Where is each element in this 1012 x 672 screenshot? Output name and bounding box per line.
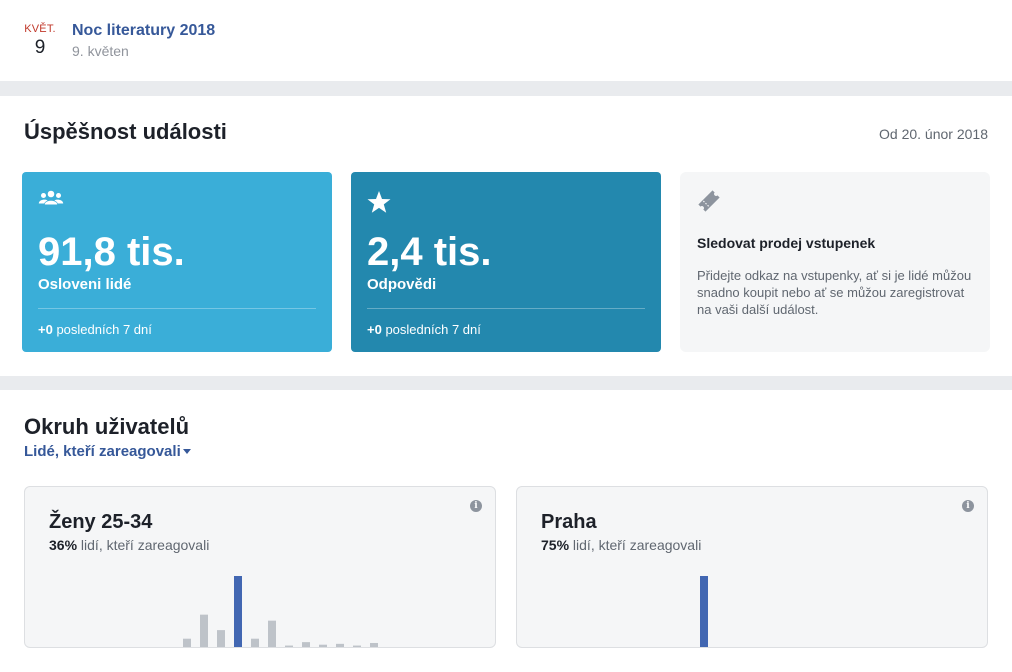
metric-label: Odpovědi xyxy=(367,276,437,293)
highlighted-bar xyxy=(234,576,242,647)
chart-bar xyxy=(302,642,310,647)
event-date-text: 9. květen xyxy=(72,43,129,59)
event-header-card: KVĚT. 9 Noc literatury 2018 9. květen xyxy=(0,0,1012,81)
metric-label: Osloveni lidé xyxy=(38,276,132,293)
ticket-icon xyxy=(696,188,722,219)
audience-filter-dropdown[interactable]: Lidé, kteří zareagovali xyxy=(24,443,191,460)
caret-down-icon xyxy=(182,449,191,454)
demographic-suffix: lidí, kteří zareagovali xyxy=(572,537,702,553)
demographic-subtitle: 75% lidí, kteří zareagovali xyxy=(541,537,701,553)
audience-card: Okruh uživatelů Lidé, kteří zareagovali … xyxy=(0,390,1012,672)
event-date-month: KVĚT. xyxy=(24,23,56,35)
demographic-subtitle: 36% lidí, kteří zareagovali xyxy=(49,537,209,553)
metric-reach-card[interactable]: 91,8 tis. Osloveni lidé +0 posledních 7 … xyxy=(22,172,332,352)
info-icon[interactable]: i xyxy=(470,500,482,512)
demographic-percent: 36% xyxy=(49,537,78,553)
metric-responses-card[interactable]: 2,4 tis. Odpovědi +0 posledních 7 dní xyxy=(351,172,661,352)
metric-footer: +0 posledních 7 dní xyxy=(367,322,481,337)
chart-bar xyxy=(336,643,344,647)
chart-bar xyxy=(268,620,276,647)
chart-bar xyxy=(251,638,259,647)
metric-divider xyxy=(38,308,316,309)
ticket-description: Přidejte odkaz na vstupenky, ať si je li… xyxy=(697,268,972,317)
chart-bar xyxy=(183,638,191,647)
chart-bar xyxy=(370,642,378,647)
metric-period: posledních 7 dní xyxy=(56,322,152,337)
demographic-percent: 75% xyxy=(541,537,570,553)
event-success-card: Úspěšnost události Od 20. únor 2018 91,8… xyxy=(0,96,1012,376)
star-icon xyxy=(367,190,391,219)
demographic-title: Ženy 25-34 xyxy=(49,511,153,533)
demographic-title: Praha xyxy=(541,511,597,533)
date-range-label: Od 20. únor 2018 xyxy=(879,126,988,142)
chart-bar xyxy=(319,644,327,647)
ticket-sales-card[interactable]: Sledovat prodej vstupenek Přidejte odkaz… xyxy=(680,172,990,352)
metric-value: 2,4 tis. xyxy=(367,230,492,274)
metric-period: posledních 7 dní xyxy=(385,322,481,337)
chart-bar xyxy=(285,645,293,647)
people-icon xyxy=(38,190,64,211)
section-title: Okruh uživatelů xyxy=(24,414,190,439)
audience-filter-label: Lidé, kteří zareagovali xyxy=(24,443,181,460)
chart-bar xyxy=(217,630,225,647)
highlighted-bar xyxy=(700,576,708,647)
event-title-link[interactable]: Noc literatury 2018 xyxy=(72,22,215,40)
chart-bar xyxy=(200,614,208,647)
section-title: Úspěšnost události xyxy=(24,119,227,144)
demographic-card-city: Praha 75% lidí, kteří zareagovali i xyxy=(516,486,988,648)
metric-footer: +0 posledních 7 dní xyxy=(38,322,152,337)
info-icon[interactable]: i xyxy=(962,500,974,512)
metric-value: 91,8 tis. xyxy=(38,230,185,274)
demographic-suffix: lidí, kteří zareagovali xyxy=(80,537,210,553)
metric-delta: +0 xyxy=(367,322,382,337)
metric-divider xyxy=(367,308,645,309)
ticket-title: Sledovat prodej vstupenek xyxy=(697,235,876,251)
demographic-card-gender-age: Ženy 25-34 36% lidí, kteří zareagovali i xyxy=(24,486,496,648)
metric-delta: +0 xyxy=(38,322,53,337)
event-date-day: 9 xyxy=(34,37,46,58)
chart-bar xyxy=(353,645,361,647)
